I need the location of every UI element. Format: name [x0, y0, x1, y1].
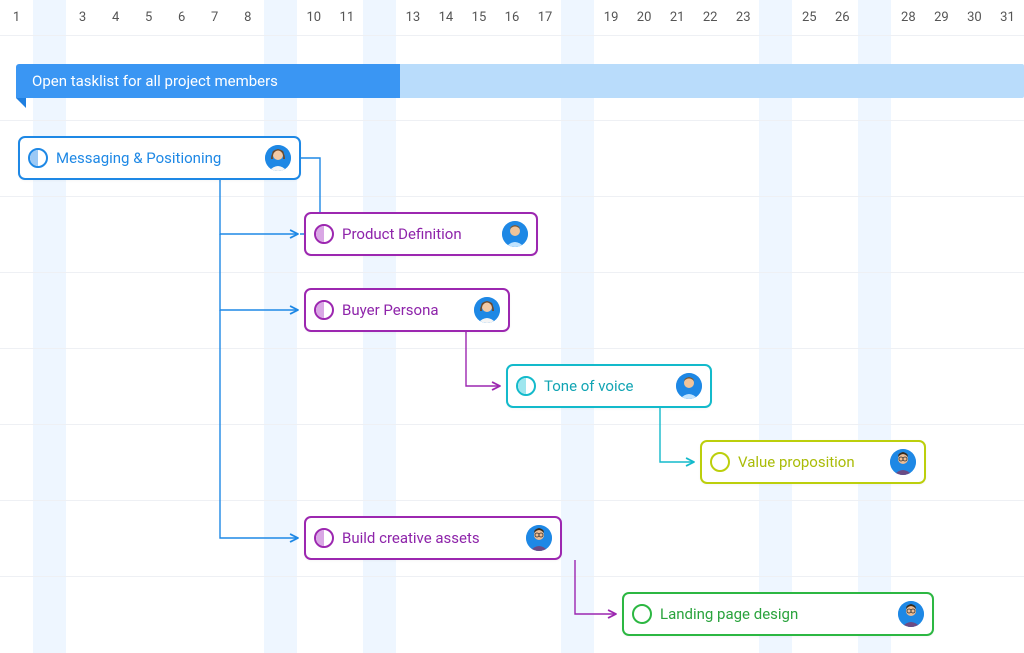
- assignee-avatar-female: [474, 297, 500, 323]
- task-label: Value proposition: [738, 453, 882, 471]
- status-half-icon: [314, 224, 334, 244]
- status-empty-icon: [632, 604, 652, 624]
- day-number: 3: [66, 10, 99, 25]
- day-number: 5: [132, 10, 165, 25]
- day-number: 30: [958, 10, 991, 25]
- task-label: Tone of voice: [544, 377, 668, 395]
- day-number: 1: [0, 10, 33, 25]
- tasklist-banner-label: Open tasklist for all project members: [32, 72, 278, 90]
- assignee-avatar-male-2: [526, 525, 552, 551]
- task-build-creative-assets[interactable]: Build creative assets: [304, 516, 562, 560]
- day-number: 19: [595, 10, 628, 25]
- day-number: 15: [462, 10, 495, 25]
- task-value-proposition[interactable]: Value proposition: [700, 440, 926, 484]
- day-number: 8: [231, 10, 264, 25]
- assignee-avatar-female: [265, 145, 291, 171]
- day-number: 6: [165, 10, 198, 25]
- day-number: 22: [694, 10, 727, 25]
- day-number: 20: [628, 10, 661, 25]
- task-buyer-persona[interactable]: Buyer Persona: [304, 288, 510, 332]
- assignee-avatar-male-1: [502, 221, 528, 247]
- day-number: 12: [363, 10, 396, 25]
- day-number: 18: [562, 10, 595, 25]
- task-messaging-positioning[interactable]: Messaging & Positioning: [18, 136, 301, 180]
- day-number: 23: [727, 10, 760, 25]
- day-number: 17: [529, 10, 562, 25]
- task-label: Landing page design: [660, 605, 890, 623]
- status-half-icon: [314, 528, 334, 548]
- task-tone-of-voice[interactable]: Tone of voice: [506, 364, 712, 408]
- day-number: 9: [264, 10, 297, 25]
- task-label: Build creative assets: [342, 529, 518, 547]
- day-number: 26: [826, 10, 859, 25]
- task-label: Messaging & Positioning: [56, 149, 257, 167]
- assignee-avatar-male-2: [898, 601, 924, 627]
- day-number: 14: [429, 10, 462, 25]
- day-number: 21: [661, 10, 694, 25]
- day-number: 4: [99, 10, 132, 25]
- day-number: 28: [892, 10, 925, 25]
- tasklist-banner[interactable]: Open tasklist for all project members: [16, 64, 1024, 98]
- day-number: 27: [859, 10, 892, 25]
- day-number: 16: [495, 10, 528, 25]
- day-number: 2: [33, 10, 66, 25]
- assignee-avatar-male-1: [676, 373, 702, 399]
- assignee-avatar-male-2: [890, 449, 916, 475]
- status-half-icon: [28, 148, 48, 168]
- timeline-day-header: 1234567891011121314151617181920212223242…: [0, 0, 1024, 33]
- day-number: 13: [396, 10, 429, 25]
- day-number: 11: [330, 10, 363, 25]
- task-product-definition[interactable]: Product Definition: [304, 212, 538, 256]
- task-landing-page-design[interactable]: Landing page design: [622, 592, 934, 636]
- day-number: 29: [925, 10, 958, 25]
- day-number: 10: [297, 10, 330, 25]
- status-half-icon: [314, 300, 334, 320]
- status-empty-icon: [710, 452, 730, 472]
- day-number: 7: [198, 10, 231, 25]
- day-number: 31: [991, 10, 1024, 25]
- day-number: 24: [760, 10, 793, 25]
- day-number: 25: [793, 10, 826, 25]
- task-label: Product Definition: [342, 225, 494, 243]
- task-label: Buyer Persona: [342, 301, 466, 319]
- status-half-icon: [516, 376, 536, 396]
